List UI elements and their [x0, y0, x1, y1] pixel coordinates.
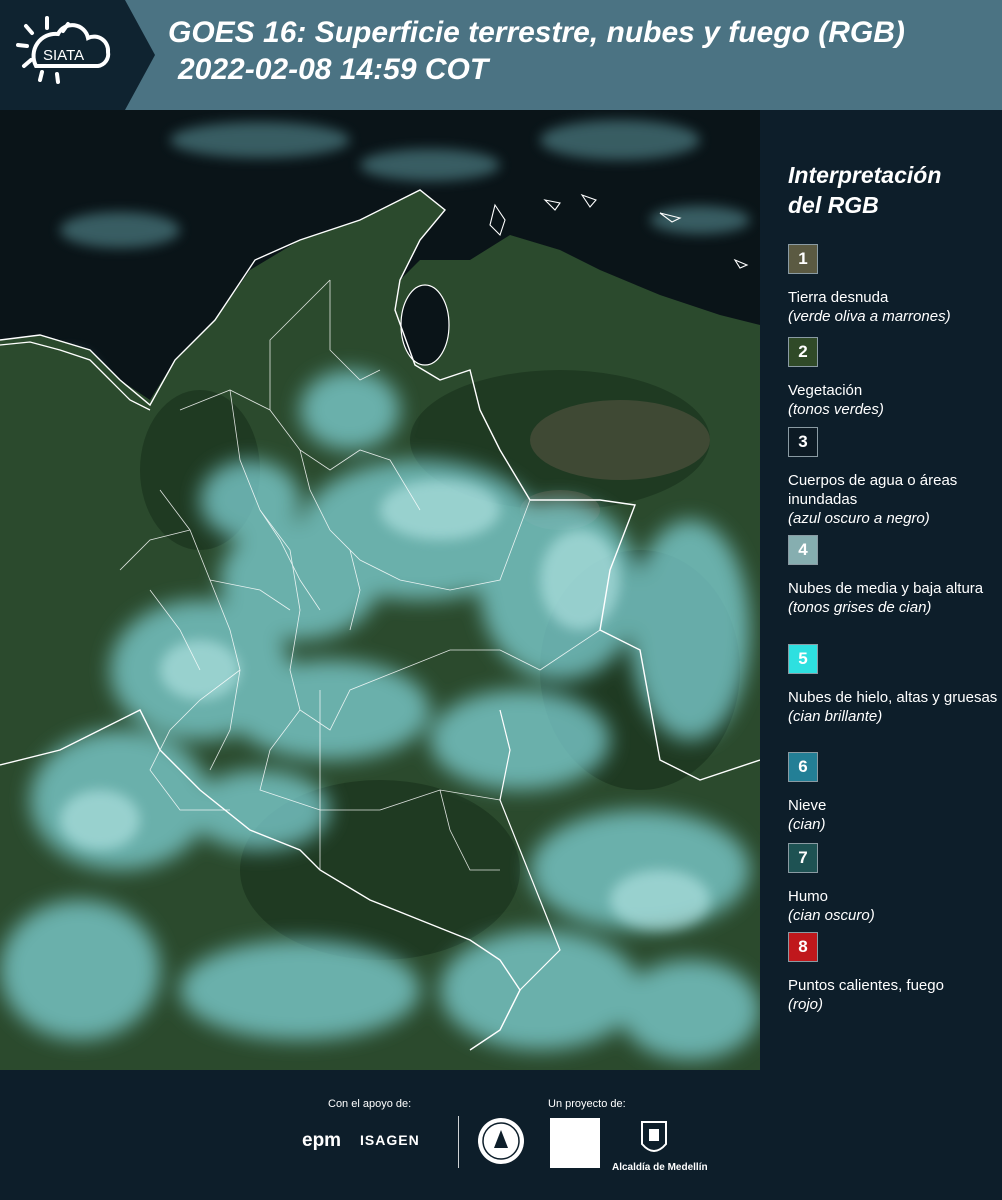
legend-sub: (cian brillante) — [788, 708, 883, 725]
legend-item-snow: 6 Nieve (cian) — [788, 752, 998, 834]
legend-label: Nubes de hielo, altas y gruesas — [788, 689, 998, 706]
isagen-logo: ISAGEN — [360, 1132, 420, 1148]
legend-label: Cuerpos de agua o áreas inundadas — [788, 472, 958, 508]
alcaldia-shield-icon — [641, 1121, 667, 1152]
map-image — [0, 110, 760, 1070]
legend-number: 8 — [798, 937, 808, 956]
legend-number: 6 — [798, 757, 808, 776]
legend-label: Humo — [788, 888, 829, 905]
legend-sub: (tonos grises de cian) — [788, 599, 932, 616]
page-title: GOES 16: Superficie terrestre, nubes y f… — [168, 16, 905, 49]
satellite-map — [0, 110, 760, 1070]
antioquia-seal-icon — [478, 1118, 524, 1164]
legend-swatch: 2 — [788, 337, 818, 367]
legend-item-fire: 8 Puntos calientes, fuego (rojo) — [788, 932, 998, 1014]
legend-label: Tierra desnuda — [788, 289, 889, 306]
legend-label: Nubes de media y baja altura — [788, 580, 984, 597]
logo-text: SIATA — [43, 47, 84, 64]
legend-item-bare-land: 1 Tierra desnuda (verde oliva a marrones… — [788, 244, 998, 326]
legend-title-line2: del RGB — [788, 192, 879, 218]
siata-logo: SIATA — [0, 0, 155, 110]
legend-number: 1 — [798, 249, 808, 268]
legend-item-water: 3 Cuerpos de agua o áreas inundadas (azu… — [788, 427, 998, 528]
legend-swatch: 5 — [788, 644, 818, 674]
legend-number: 5 — [798, 649, 808, 668]
legend-swatch: 1 — [788, 244, 818, 274]
legend-item-mid-clouds: 4 Nubes de media y baja altura (tonos gr… — [788, 535, 998, 617]
legend-number: 3 — [798, 432, 808, 451]
support-label: Con el apoyo de: — [328, 1098, 412, 1110]
lake-maracaibo — [400, 284, 450, 366]
legend-number: 7 — [798, 848, 808, 867]
alcaldia-label: Alcaldía de Medellín — [612, 1162, 708, 1173]
title-block: GOES 16: Superficie terrestre, nubes y f… — [168, 14, 998, 88]
footer: Con el apoyo de: Un proyecto de: epm ISA… — [0, 1070, 1002, 1200]
legend-item-vegetation: 2 Vegetación (tonos verdes) — [788, 337, 998, 419]
legend-number: 2 — [798, 342, 808, 361]
footer-divider — [458, 1116, 459, 1168]
legend-label: Puntos calientes, fuego — [788, 977, 944, 994]
legend-swatch: 3 — [788, 427, 818, 457]
legend-swatch: 6 — [788, 752, 818, 782]
timestamp: 2022-02-08 14:59 COT — [178, 53, 489, 86]
legend-sub: (tonos verdes) — [788, 401, 884, 418]
legend-number: 4 — [798, 540, 808, 559]
header-bar: SIATA GOES 16: Superficie terrestre, nub… — [0, 0, 1002, 110]
legend-label: Nieve — [788, 797, 827, 814]
legend-swatch: 4 — [788, 535, 818, 565]
legend-title-line1: Interpretación — [788, 162, 942, 188]
legend-sub: (cian) — [788, 816, 826, 833]
legend-swatch: 8 — [788, 932, 818, 962]
area-metropolitana-logo — [550, 1118, 600, 1168]
project-label: Un proyecto de: — [548, 1098, 626, 1110]
legend-item-smoke: 7 Humo (cian oscuro) — [788, 843, 998, 925]
legend-swatch: 7 — [788, 843, 818, 873]
legend-sub: (rojo) — [788, 996, 824, 1013]
legend-label: Vegetación — [788, 382, 863, 399]
legend-panel: Interpretación del RGB 1 Tierra desnuda … — [788, 160, 998, 1013]
epm-logo: epm — [302, 1130, 342, 1151]
legend-sub: (cian oscuro) — [788, 907, 875, 924]
legend-sub: (azul oscuro a negro) — [788, 510, 930, 527]
legend-item-ice-clouds: 5 Nubes de hielo, altas y gruesas (cian … — [788, 644, 998, 726]
legend-sub: (verde oliva a marrones) — [788, 308, 951, 325]
